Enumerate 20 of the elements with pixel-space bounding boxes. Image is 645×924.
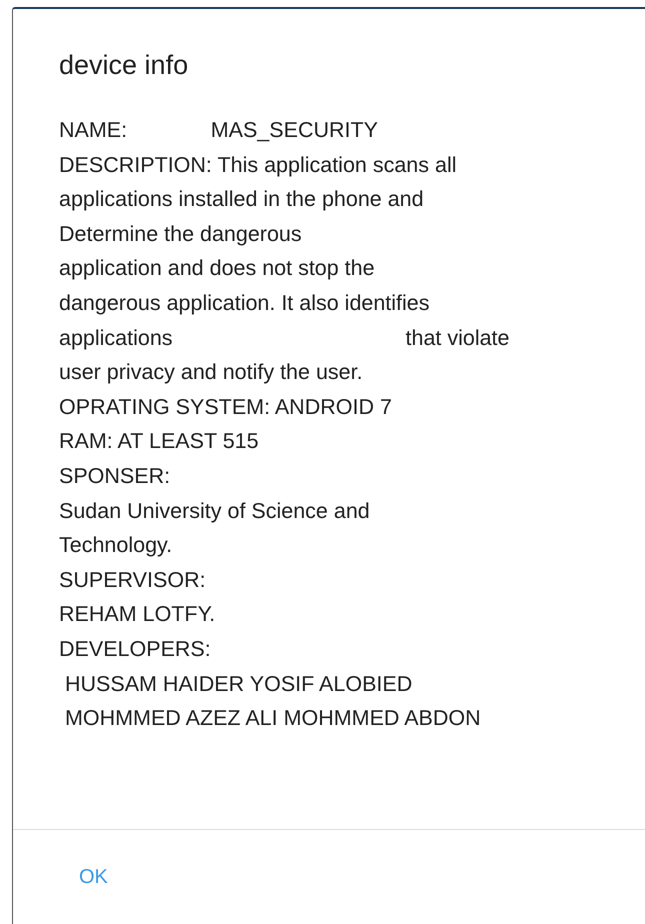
info-line: RAM: AT LEAST 515 [59,428,260,456]
info-line: DEVELOPERS: [59,636,212,663]
info-line: user privacy and notify the user. [59,359,364,386]
info-line: OPRATING SYSTEM: ANDROID 7 [59,394,393,421]
info-line: MOHMMED AZEZ ALI MOHMMED ABDON [64,705,482,732]
info-line: applications that violate [59,324,510,352]
info-line: DESCRIPTION: This application scans all [59,152,458,179]
info-line: HUSSAM HAIDER YOSIF ALOBIED [64,670,414,698]
info-line: SUPERVISOR: [59,566,207,594]
info-line: Determine the dangerous [59,220,303,248]
info-line: REHAM LOTFY. [59,601,216,628]
dialog-title: device info [58,49,190,82]
info-line: Sudan University of Science and [59,498,371,525]
info-line: applications installed in the phone and [59,186,425,214]
info-line: NAME: MAS_SECURITY [59,117,379,144]
info-line: application and does not stop the [59,255,376,282]
ok-button[interactable]: OK [69,862,118,892]
info-line: SPONSER: [59,462,172,490]
info-line: Technology. [59,532,174,560]
info-line: dangerous application. It also identifies [59,290,431,317]
